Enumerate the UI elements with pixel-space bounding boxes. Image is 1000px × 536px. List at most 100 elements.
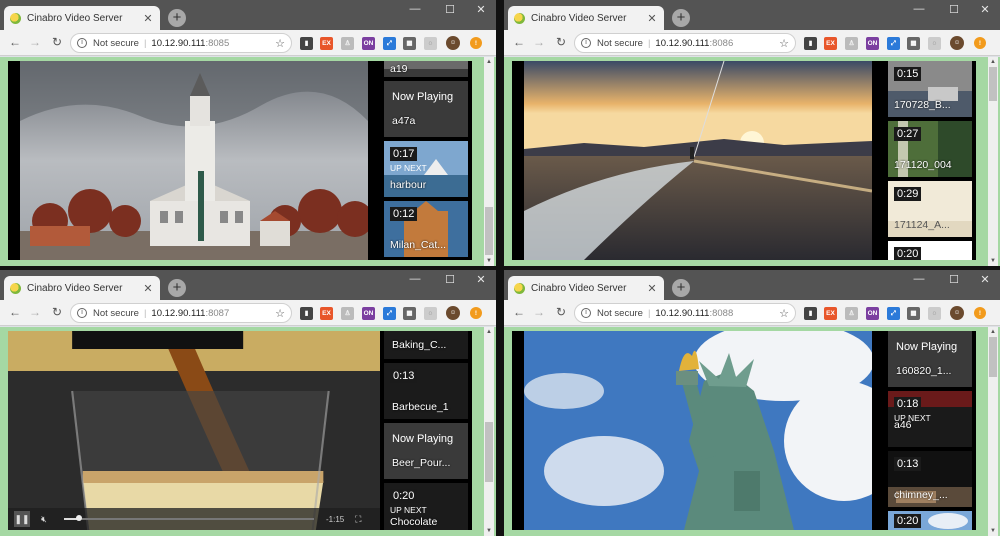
playlist-item[interactable]: 0:18 UP NEXT a46 bbox=[888, 391, 972, 447]
seek-bar[interactable] bbox=[64, 515, 314, 521]
close-window-icon[interactable]: ✕ bbox=[978, 3, 992, 16]
new-tab-button[interactable]: + bbox=[168, 9, 186, 27]
extension-person-icon[interactable]: ♙ bbox=[845, 307, 858, 320]
extension-puzzle-icon[interactable]: ◌ bbox=[424, 37, 437, 50]
address-bar[interactable]: i Not secure | 10.12.90.111 :8085 ☆ bbox=[70, 33, 292, 53]
info-icon[interactable]: i bbox=[77, 38, 87, 48]
extension-person-icon[interactable]: ♙ bbox=[845, 37, 858, 50]
extension-grid-icon[interactable]: ▦ bbox=[907, 307, 920, 320]
playlist-item-now-playing[interactable]: Now Playing Beer_Pour... bbox=[384, 423, 468, 479]
extension-onenote-icon[interactable]: ON bbox=[866, 307, 879, 320]
extension-resize-icon[interactable]: ⤢ bbox=[887, 307, 900, 320]
page-scrollbar[interactable]: ▲ ▼ bbox=[988, 327, 998, 536]
playlist-item[interactable]: 0:13 Barbecue_1 bbox=[384, 363, 468, 419]
scroll-thumb[interactable] bbox=[989, 337, 997, 377]
playlist-item-now-playing[interactable]: Now Playing a47a bbox=[384, 81, 468, 137]
scroll-thumb[interactable] bbox=[989, 67, 997, 101]
bookmark-star-icon[interactable]: ☆ bbox=[275, 37, 285, 50]
extension-onenote-icon[interactable]: ON bbox=[362, 307, 375, 320]
extension-person-icon[interactable]: ♙ bbox=[341, 37, 354, 50]
info-icon[interactable]: i bbox=[581, 38, 591, 48]
extension-puzzle-icon[interactable]: ◌ bbox=[928, 37, 941, 50]
extension-ex-icon[interactable]: EX bbox=[320, 37, 333, 50]
tab-close-icon[interactable]: ✕ bbox=[142, 282, 154, 295]
minimize-icon[interactable]: — bbox=[912, 273, 926, 285]
reload-icon[interactable]: ↻ bbox=[554, 35, 568, 49]
scroll-up-icon[interactable]: ▲ bbox=[484, 327, 494, 337]
mute-icon[interactable]: 🔇︎ bbox=[36, 511, 52, 527]
bookmark-star-icon[interactable]: ☆ bbox=[779, 307, 789, 320]
scroll-up-icon[interactable]: ▲ bbox=[988, 57, 998, 67]
back-icon[interactable]: ← bbox=[8, 305, 22, 319]
scroll-up-icon[interactable]: ▲ bbox=[988, 327, 998, 337]
forward-icon[interactable]: → bbox=[532, 35, 546, 49]
fullscreen-icon[interactable]: ⛶ bbox=[350, 511, 366, 527]
extension-ex-icon[interactable]: EX bbox=[824, 307, 837, 320]
video-frame-town-hall[interactable] bbox=[20, 61, 368, 260]
maximize-icon[interactable]: ☐ bbox=[947, 273, 961, 286]
avatar-icon[interactable]: ☺ bbox=[950, 36, 964, 50]
avatar-icon[interactable]: ☺ bbox=[446, 36, 460, 50]
playlist-item[interactable]: 0:13 chimney_... bbox=[888, 451, 972, 507]
scroll-down-icon[interactable]: ▼ bbox=[988, 256, 998, 266]
scroll-down-icon[interactable]: ▼ bbox=[484, 526, 494, 536]
extension-dark-icon[interactable]: ▮ bbox=[804, 307, 817, 320]
playlist-item[interactable]: 0:27 171120_004 bbox=[888, 121, 972, 177]
avatar-icon[interactable]: ☺ bbox=[950, 306, 964, 320]
extension-dark-icon[interactable]: ▮ bbox=[300, 307, 313, 320]
back-icon[interactable]: ← bbox=[512, 35, 526, 49]
seek-handle[interactable] bbox=[76, 515, 82, 521]
address-bar[interactable]: i Not secure | 10.12.90.111 :8087 ☆ bbox=[70, 303, 292, 323]
playlist-item[interactable]: Baking_C... bbox=[384, 331, 468, 359]
extension-onenote-icon[interactable]: ON bbox=[866, 37, 879, 50]
page-scrollbar[interactable]: ▲ ▼ bbox=[484, 57, 494, 266]
pause-icon[interactable]: ❚❚ bbox=[14, 511, 30, 527]
info-icon[interactable]: i bbox=[77, 308, 87, 318]
page-scrollbar[interactable]: ▲ ▼ bbox=[484, 327, 494, 536]
playlist-item[interactable]: 0:20 bbox=[888, 241, 972, 260]
browser-tab[interactable]: Cinabro Video Server ✕ bbox=[4, 6, 160, 30]
extension-puzzle-icon[interactable]: ◌ bbox=[424, 307, 437, 320]
new-tab-button[interactable]: + bbox=[672, 9, 690, 27]
tab-close-icon[interactable]: ✕ bbox=[646, 12, 658, 25]
extension-ex-icon[interactable]: EX bbox=[320, 307, 333, 320]
new-tab-button[interactable]: + bbox=[672, 279, 690, 297]
reload-icon[interactable]: ↻ bbox=[50, 35, 64, 49]
page-scrollbar[interactable]: ▲ ▼ bbox=[988, 57, 998, 266]
back-icon[interactable]: ← bbox=[8, 35, 22, 49]
menu-alert-icon[interactable]: ! bbox=[470, 37, 482, 49]
extension-onenote-icon[interactable]: ON bbox=[362, 37, 375, 50]
scroll-thumb[interactable] bbox=[485, 422, 493, 482]
playlist-item[interactable]: 0:20 UP NEXT Chocolate bbox=[384, 483, 468, 530]
reload-icon[interactable]: ↻ bbox=[554, 305, 568, 319]
maximize-icon[interactable]: ☐ bbox=[443, 273, 457, 286]
extension-resize-icon[interactable]: ⤢ bbox=[383, 37, 396, 50]
new-tab-button[interactable]: + bbox=[168, 279, 186, 297]
bookmark-star-icon[interactable]: ☆ bbox=[779, 37, 789, 50]
menu-alert-icon[interactable]: ! bbox=[470, 307, 482, 319]
browser-tab[interactable]: Cinabro Video Server ✕ bbox=[4, 276, 160, 300]
video-frame-wakeboard-sunset[interactable] bbox=[524, 61, 872, 260]
extension-dark-icon[interactable]: ▮ bbox=[300, 37, 313, 50]
forward-icon[interactable]: → bbox=[28, 305, 42, 319]
playlist-item[interactable]: 0:29 171124_A... bbox=[888, 181, 972, 237]
playlist-item[interactable]: 0:15 170728_B... bbox=[888, 61, 972, 117]
menu-alert-icon[interactable]: ! bbox=[974, 307, 986, 319]
playlist-item[interactable]: 0:20 bbox=[888, 511, 972, 530]
address-bar[interactable]: i Not secure | 10.12.90.111 :8086 ☆ bbox=[574, 33, 796, 53]
avatar-icon[interactable]: ☺ bbox=[446, 306, 460, 320]
forward-icon[interactable]: → bbox=[532, 305, 546, 319]
minimize-icon[interactable]: — bbox=[408, 3, 422, 15]
browser-tab[interactable]: Cinabro Video Server ✕ bbox=[508, 276, 664, 300]
maximize-icon[interactable]: ☐ bbox=[947, 3, 961, 16]
extension-ex-icon[interactable]: EX bbox=[824, 37, 837, 50]
scroll-thumb[interactable] bbox=[485, 207, 493, 255]
extension-resize-icon[interactable]: ⤢ bbox=[383, 307, 396, 320]
scroll-down-icon[interactable]: ▼ bbox=[988, 526, 998, 536]
maximize-icon[interactable]: ☐ bbox=[443, 3, 457, 16]
close-window-icon[interactable]: ✕ bbox=[474, 273, 488, 286]
scroll-up-icon[interactable]: ▲ bbox=[484, 57, 494, 67]
reload-icon[interactable]: ↻ bbox=[50, 305, 64, 319]
extension-dark-icon[interactable]: ▮ bbox=[804, 37, 817, 50]
extension-grid-icon[interactable]: ▦ bbox=[403, 37, 416, 50]
